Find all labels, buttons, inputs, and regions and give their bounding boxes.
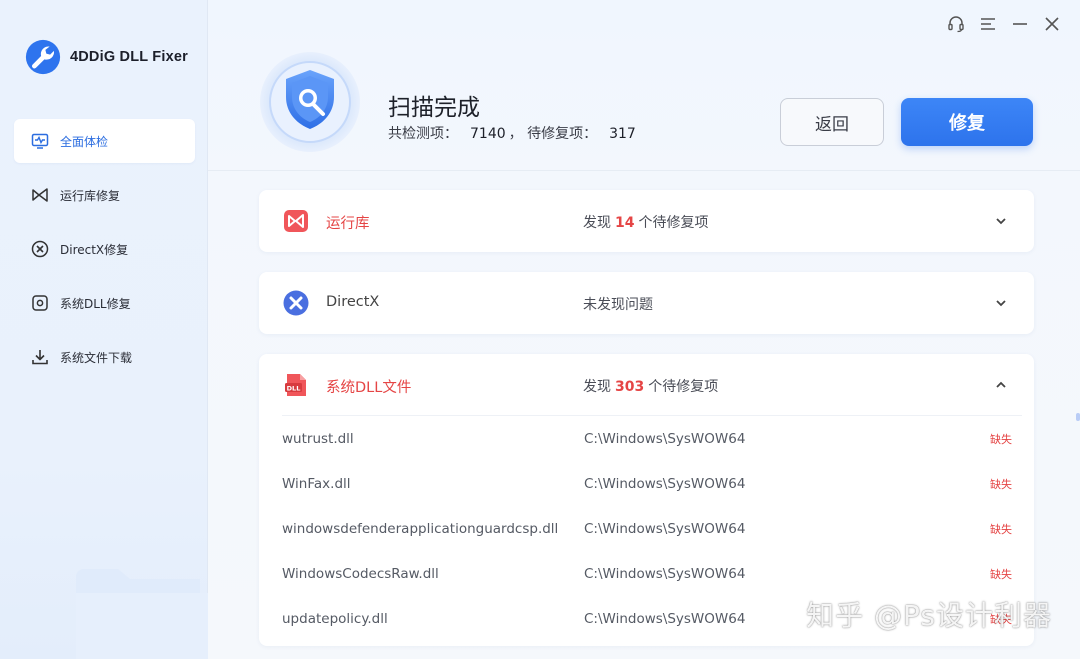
chevron-down-icon[interactable] — [994, 296, 1008, 310]
list-item[interactable]: WindowsCodecsRaw.dll C:\Windows\SysWOW64… — [282, 551, 1022, 596]
status-suffix: 个待修复项 — [648, 379, 719, 395]
dll-name: updatepolicy.dll — [282, 610, 388, 627]
sidebar-item-label: 运行库修复 — [60, 188, 121, 203]
issue-count: 303 — [615, 379, 645, 395]
app-name: 4DDiG DLL Fixer — [70, 49, 188, 65]
category-name: 系统DLL文件 — [326, 380, 412, 396]
dll-name: wutrust.dll — [282, 430, 354, 447]
pending-label: 待修复项： — [527, 126, 598, 142]
checked-count: 7140 — [470, 126, 506, 142]
scan-stats: 共检测项： 7140， 待修复项： 317 — [388, 123, 639, 143]
dll-gear-icon — [30, 293, 50, 313]
status-prefix: 发现 — [583, 379, 611, 395]
brand: 4DDiG DLL Fixer — [24, 38, 188, 76]
dll-name: windowsdefenderapplicationguardcsp.dll — [282, 520, 559, 537]
category-status: 未发现问题 — [583, 297, 653, 313]
category-header-runtime[interactable]: 运行库 发现 14 个待修复项 — [259, 190, 1034, 252]
category-status: 发现 14 个待修复项 — [583, 212, 708, 232]
runtime-bow-icon — [30, 185, 50, 205]
repair-button[interactable]: 修复 — [901, 98, 1033, 146]
status-badge: 缺失 — [990, 522, 1012, 536]
back-button[interactable]: 返回 — [780, 98, 884, 146]
list-item[interactable]: WinFax.dll C:\Windows\SysWOW64 缺失 — [282, 461, 1022, 506]
category-name: DirectX — [326, 294, 380, 310]
download-icon — [30, 347, 50, 367]
page-title: 扫描完成 — [388, 95, 480, 121]
sidebar-item-system-file-download[interactable]: 系统文件下载 — [14, 335, 195, 379]
status-badge: 缺失 — [990, 567, 1012, 581]
pending-count: 317 — [609, 126, 636, 142]
category-card-directx: DirectX 未发现问题 — [259, 272, 1034, 334]
svg-text:DLL: DLL — [287, 384, 301, 392]
list-item[interactable]: windowsdefenderapplicationguardcsp.dll C… — [282, 506, 1022, 551]
dll-path: C:\Windows\SysWOW64 — [584, 475, 746, 492]
sidebar-nav: 全面体检 运行库修复 DirectX修复 系统DLL修复 系统文件下载 — [14, 119, 195, 389]
runtime-vs-icon — [284, 210, 308, 232]
sidebar-item-directx-repair[interactable]: DirectX修复 — [14, 227, 195, 271]
window-controls — [946, 14, 1062, 34]
list-item[interactable]: wutrust.dll C:\Windows\SysWOW64 缺失 — [282, 416, 1022, 461]
directx-icon — [283, 290, 309, 316]
scrollbar-thumb[interactable] — [1076, 413, 1080, 421]
category-header-system-dll[interactable]: DLL 系统DLL文件 发现 303 个待修复项 — [259, 354, 1034, 416]
chevron-up-icon[interactable] — [994, 378, 1008, 392]
category-name: 运行库 — [326, 216, 370, 232]
sidebar-item-label: 系统文件下载 — [60, 350, 133, 365]
dll-path: C:\Windows\SysWOW64 — [584, 565, 746, 582]
status-badge: 缺失 — [990, 432, 1012, 446]
sidebar: 4DDiG DLL Fixer 全面体检 运行库修复 DirectX修复 系统D… — [0, 0, 208, 659]
issue-count: 14 — [615, 215, 635, 231]
sidebar-item-full-check[interactable]: 全面体检 — [14, 119, 195, 163]
shield-scan-icon — [260, 52, 360, 152]
stats-separator: ， — [508, 126, 523, 142]
chevron-down-icon[interactable] — [994, 214, 1008, 228]
watermark: 知乎 @Ps设计利器 — [806, 599, 1052, 632]
header-divider — [208, 170, 1080, 171]
category-header-directx[interactable]: DirectX 未发现问题 — [259, 272, 1034, 334]
sidebar-item-system-dll-repair[interactable]: 系统DLL修复 — [14, 281, 195, 325]
app-logo-icon — [25, 39, 61, 75]
sidebar-item-runtime-repair[interactable]: 运行库修复 — [14, 173, 195, 217]
sidebar-item-label: 系统DLL修复 — [60, 296, 131, 311]
sidebar-item-label: 全面体检 — [60, 134, 109, 149]
checked-label: 共检测项： — [388, 126, 458, 142]
category-card-runtime: 运行库 发现 14 个待修复项 — [259, 190, 1034, 252]
directx-x-icon — [30, 239, 50, 259]
minimize-icon[interactable] — [1010, 14, 1030, 34]
scan-header: 扫描完成 共检测项： 7140， 待修复项： 317 返回 修复 — [258, 52, 1038, 162]
dll-path: C:\Windows\SysWOW64 — [584, 520, 746, 537]
headset-icon[interactable] — [946, 14, 966, 34]
dll-path: C:\Windows\SysWOW64 — [584, 430, 746, 447]
status-prefix: 发现 — [583, 215, 611, 231]
monitor-pulse-icon — [30, 131, 50, 151]
menu-icon[interactable] — [978, 14, 998, 34]
dll-name: WindowsCodecsRaw.dll — [282, 565, 439, 582]
category-status: 发现 303 个待修复项 — [583, 376, 718, 396]
folder-decoration-icon — [76, 569, 208, 659]
dll-file-icon: DLL — [285, 374, 306, 396]
status-badge: 缺失 — [990, 477, 1012, 491]
status-suffix: 个待修复项 — [638, 215, 709, 231]
main-panel: 扫描完成 共检测项： 7140， 待修复项： 317 返回 修复 运行库 发现 14 个… — [208, 0, 1080, 659]
close-icon[interactable] — [1042, 14, 1062, 34]
dll-name: WinFax.dll — [282, 475, 351, 492]
sidebar-item-label: DirectX修复 — [60, 242, 129, 257]
